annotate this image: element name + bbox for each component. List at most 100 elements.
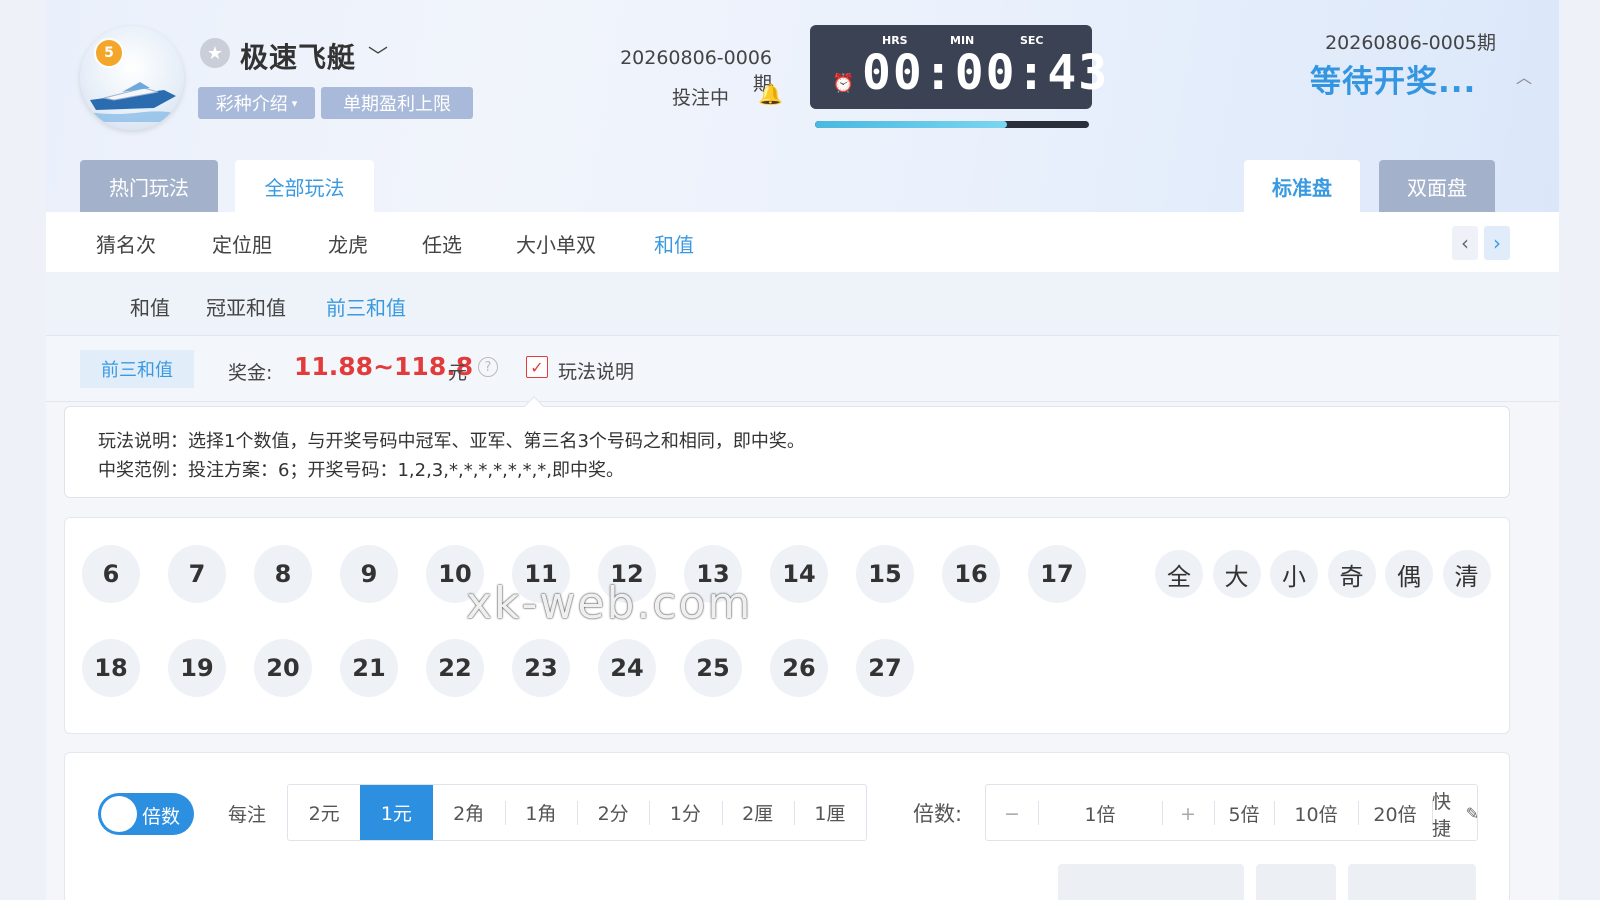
preset-5x[interactable]: 5倍 <box>1214 785 1274 842</box>
preset-20x[interactable]: 20倍 <box>1358 785 1432 842</box>
subsub-item[interactable]: 冠亚和值 <box>206 292 286 321</box>
unit-option[interactable]: 2角 <box>433 785 505 840</box>
number-ball[interactable]: 26 <box>770 639 828 697</box>
unit-option[interactable]: 1元 <box>360 785 433 840</box>
rule-description: 玩法说明：选择1个数值，与开奖号码中冠军、亚军、第三名3个号码之和相同，即中奖。… <box>64 396 1510 498</box>
tab-standard[interactable]: 标准盘 <box>1244 160 1360 212</box>
bottom-button[interactable] <box>1348 864 1476 900</box>
chevron-down-icon[interactable]: ﹀ <box>368 40 388 69</box>
caret-down-icon: ▾ <box>291 96 298 110</box>
subsub-item-active[interactable]: 前三和值 <box>326 292 406 321</box>
subnav-item[interactable]: 猜名次 <box>96 229 156 258</box>
tab-hot-plays[interactable]: 热门玩法 <box>80 160 218 212</box>
unit-option[interactable]: 2分 <box>577 785 649 840</box>
countdown-digits: 00:00:43 <box>862 45 1110 101</box>
speedboat-icon <box>88 82 178 122</box>
unit-option[interactable]: 2元 <box>288 785 360 840</box>
number-ball[interactable]: 6 <box>82 545 140 603</box>
number-ball[interactable]: 16 <box>942 545 1000 603</box>
tab-all-plays[interactable]: 全部玩法 <box>235 160 374 212</box>
number-ball[interactable]: 8 <box>254 545 312 603</box>
subnav-item[interactable]: 任选 <box>422 229 462 258</box>
sub-play-nav: 和值 冠亚和值 前三和值 <box>46 272 1559 336</box>
prize-label: 奖金: <box>228 362 273 384</box>
game-intro-button[interactable]: 彩种介绍 ▾ <box>198 87 315 119</box>
number-ball[interactable]: 9 <box>340 545 398 603</box>
game-header: 5 ★ 极速飞艇 ﹀ 彩种介绍 ▾ 单期盈利上限 20260806-0006期 投… <box>46 0 1559 212</box>
quick-select-button[interactable]: 偶 <box>1385 550 1433 598</box>
rule-checkbox[interactable]: ✓ <box>526 356 548 378</box>
logo-badge: 5 <box>94 38 124 68</box>
number-ball[interactable]: 22 <box>426 639 484 697</box>
unit-selector: 2元 1元 2角 1角 2分 1分 2厘 1厘 <box>287 784 867 841</box>
play-type-nav: 猜名次 定位胆 龙虎 任选 大小单双 和值 ‹ › <box>46 212 1559 272</box>
number-ball[interactable]: 24 <box>598 639 656 697</box>
play-info-bar: 前三和值 奖金: 11.88~118.8 元 ? ✓ 玩法说明 <box>46 336 1559 402</box>
quick-select-button[interactable]: 清 <box>1442 550 1491 598</box>
watermark: xk-web.com <box>466 578 753 629</box>
waiting-draw-text: 等待开奖... <box>1310 64 1477 100</box>
countdown-progress <box>815 121 1089 128</box>
quick-button[interactable]: 快捷 ✎ <box>1432 785 1479 842</box>
number-ball[interactable]: 14 <box>770 545 828 603</box>
number-ball[interactable]: 18 <box>82 639 140 697</box>
subnav-item-active[interactable]: 和值 <box>654 229 694 258</box>
toggle-knob <box>101 796 137 832</box>
favorite-star-icon[interactable]: ★ <box>200 38 230 68</box>
number-ball[interactable]: 17 <box>1028 545 1086 603</box>
bottom-button[interactable] <box>1058 864 1244 900</box>
number-ball[interactable]: 15 <box>856 545 914 603</box>
unit-option[interactable]: 1角 <box>504 785 577 840</box>
rule-line: 玩法说明：选择1个数值，与开奖号码中冠军、亚军、第三名3个号码之和相同，即中奖。 <box>98 431 805 452</box>
chevron-right-icon[interactable]: › <box>1484 226 1510 260</box>
unit-option[interactable]: 1厘 <box>793 785 866 840</box>
plus-button[interactable]: + <box>1162 785 1214 842</box>
subnav-item[interactable]: 大小单双 <box>516 229 596 258</box>
chevron-up-icon[interactable]: ︿ <box>1516 64 1532 88</box>
multiplier-input[interactable]: 1倍 <box>1038 785 1162 842</box>
game-intro-label: 彩种介绍 <box>215 94 288 115</box>
quick-select-button[interactable]: 大 <box>1212 550 1261 598</box>
number-picker: 6 7 8 9 10 11 12 13 14 15 16 17 18 19 20 21 22 23 24 25 26 2… <box>64 517 1510 734</box>
subnav-item[interactable]: 龙虎 <box>328 229 368 258</box>
alarm-clock-icon: ⏰ <box>832 73 855 94</box>
betting-status: 投注中 <box>672 87 730 109</box>
bell-icon: 🔔 <box>758 82 783 106</box>
number-ball[interactable]: 23 <box>512 639 570 697</box>
game-logo: 5 <box>80 26 184 130</box>
countdown-timer: HRS MIN SEC ⏰ 00:00:43 <box>810 25 1107 109</box>
multiplier-toggle[interactable]: 倍数 <box>98 793 194 835</box>
preset-10x[interactable]: 10倍 <box>1274 785 1358 842</box>
lottery-panel: 5 ★ 极速飞艇 ﹀ 彩种介绍 ▾ 单期盈利上限 20260806-0006期 投… <box>46 0 1559 900</box>
help-icon[interactable]: ? <box>478 357 498 377</box>
play-tag: 前三和值 <box>80 350 194 388</box>
profit-limit-button[interactable]: 单期盈利上限 <box>321 87 473 119</box>
number-ball[interactable]: 25 <box>684 639 742 697</box>
toggle-label: 倍数 <box>142 806 181 828</box>
countdown-progress-fill <box>815 121 1007 128</box>
bottom-button[interactable] <box>1256 864 1336 900</box>
game-title[interactable]: 极速飞艇 <box>240 36 356 76</box>
chevron-left-icon[interactable]: ‹ <box>1452 226 1478 260</box>
subsub-item[interactable]: 和值 <box>130 292 170 321</box>
example-line: 中奖范例：投注方案：6；开奖号码：1,2,3,*,*,*,*,*,*,*,即中奖… <box>98 460 625 481</box>
quick-select-button[interactable]: 奇 <box>1327 550 1376 598</box>
number-ball[interactable]: 21 <box>340 639 398 697</box>
number-ball[interactable]: 27 <box>856 639 914 697</box>
prize-unit: 元 <box>448 362 468 384</box>
multiplier-label: 倍数: <box>913 802 963 826</box>
minus-button[interactable]: − <box>986 785 1038 842</box>
unit-option[interactable]: 2厘 <box>721 785 794 840</box>
quick-select-button[interactable]: 全 <box>1155 550 1203 598</box>
quick-select-button[interactable]: 小 <box>1270 550 1318 598</box>
number-ball[interactable]: 20 <box>254 639 312 697</box>
number-ball[interactable]: 19 <box>168 639 226 697</box>
quick-label: 快捷 <box>1432 790 1452 840</box>
unit-option[interactable]: 1分 <box>649 785 721 840</box>
tab-double-sided[interactable]: 双面盘 <box>1379 160 1495 212</box>
subnav-item[interactable]: 定位胆 <box>212 229 272 258</box>
per-bet-label: 每注 <box>228 804 267 826</box>
rule-checkbox-label[interactable]: 玩法说明 <box>558 357 634 384</box>
number-ball[interactable]: 7 <box>168 545 226 603</box>
multiplier-control: − 1倍 + 5倍 10倍 20倍 快捷 ✎ <box>985 784 1479 842</box>
